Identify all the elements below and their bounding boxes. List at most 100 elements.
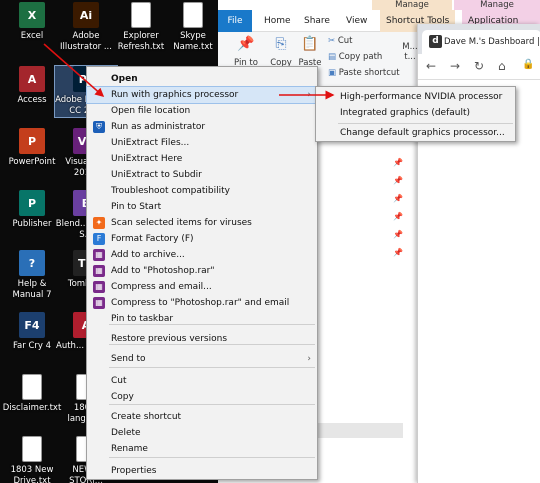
app-icon: F4 (19, 312, 45, 338)
reload-icon[interactable]: ↻ (474, 59, 484, 73)
desktop-icon[interactable]: Skype Name.txt (162, 2, 224, 53)
desktop-icon-label: Far Cry 4 (12, 341, 52, 351)
desktop-icon[interactable]: Ai Adobe Illustrator ... (55, 2, 117, 53)
context-menu-item[interactable]: Send to › (87, 351, 317, 367)
desktop-icon-label: Publisher (12, 219, 52, 229)
paste-button[interactable]: 📋 Paste (296, 36, 324, 68)
context-menu-item[interactable]: Delete (87, 425, 317, 441)
winrar-icon: ▦ (93, 249, 105, 261)
submenu-item[interactable]: Integrated graphics (default) (316, 105, 515, 121)
copy-path-label: Copy path (338, 52, 383, 62)
lock-icon: 🔒 (522, 59, 535, 70)
context-menu-item[interactable]: ▦ Compress and email... (87, 279, 317, 295)
context-menu-item[interactable]: UniExtract Files... (87, 135, 317, 151)
pin-icon: 📌 (393, 248, 403, 257)
app-icon: A (19, 66, 45, 92)
context-menu-item[interactable]: Rename (87, 441, 317, 457)
desktop-icon[interactable]: 1803 New Drive.txt (1, 436, 63, 483)
copy-path-button[interactable]: ▤ Copy path (328, 52, 382, 62)
context-menu-item-label: Pin to taskbar (111, 314, 174, 324)
context-menu-item[interactable]: Cut (87, 373, 317, 389)
context-menu-item-label: Run as administrator (111, 122, 206, 132)
desktop-icon[interactable]: P Publisher (1, 190, 63, 230)
text-file-icon (183, 2, 203, 28)
context-menu-item[interactable]: Properties (87, 463, 317, 479)
forward-icon[interactable]: → (450, 59, 460, 73)
tab-file[interactable]: File (218, 10, 252, 32)
context-menu-item[interactable]: Open file location (87, 103, 317, 119)
context-menu-item[interactable]: ⛨ Run as administrator (87, 119, 317, 135)
home-icon[interactable]: ⌂ (498, 59, 506, 73)
context-menu-item-label: Cut (111, 376, 127, 386)
context-menu-item-label: Copy (111, 392, 134, 402)
pin-icon: 📌 (393, 158, 403, 167)
text-file-icon (22, 374, 42, 400)
desktop-icon-label: Adobe Illustrator ... (60, 31, 112, 52)
context-menu-item[interactable]: Troubleshoot compatibility (87, 183, 317, 199)
context-menu-item[interactable]: ✦ Scan selected items for viruses (87, 215, 317, 231)
app-icon: P (19, 190, 45, 216)
context-menu-item[interactable]: F Format Factory (F) (87, 231, 317, 247)
app-icon: ? (19, 250, 45, 276)
tab-home[interactable]: Home (258, 10, 297, 32)
desktop-icon-label: 1803 New Drive.txt (10, 465, 54, 483)
context-menu-item[interactable]: Run with graphics processor › (86, 86, 318, 104)
context-menu-item-label: Properties (111, 466, 157, 476)
paste-shortcut-button[interactable]: ▣ Paste shortcut (328, 68, 400, 78)
desktop-icon[interactable]: F4 Far Cry 4 (1, 312, 63, 352)
browser-toolbar: ← → ↻ ⌂ 🔒 (418, 54, 540, 80)
context-menu-item-label: Run with graphics processor (111, 90, 239, 100)
context-menu-item[interactable]: UniExtract Here (87, 151, 317, 167)
submenu-item[interactable]: Change default graphics processor... (316, 125, 515, 141)
context-menu-item[interactable]: ▦ Add to "Photoshop.rar" (87, 263, 317, 279)
paste-shortcut-icon: ▣ (328, 68, 339, 78)
context-menu-item-label: Delete (111, 428, 141, 438)
back-icon[interactable]: ← (426, 59, 436, 73)
context-menu-item-label: UniExtract Files... (111, 138, 190, 148)
cut-button[interactable]: ✂ Cut (328, 36, 352, 46)
browser-tab[interactable]: d Dave M.'s Dashboard | D (422, 30, 540, 54)
browser-tab-title: Dave M.'s Dashboard | D (444, 37, 540, 47)
desktop-icon-label: Access (17, 95, 47, 105)
text-file-icon (131, 2, 151, 28)
menu-separator (109, 367, 315, 368)
context-menu-item-label: Send to (111, 354, 146, 364)
desktop-icon[interactable]: X Excel (1, 2, 63, 42)
context-menu: Open Run with graphics processor › Open fil… (86, 66, 318, 480)
tab-share[interactable]: Share (298, 10, 336, 32)
context-menu-item[interactable]: Open (87, 71, 317, 87)
context-menu-item[interactable]: ▦ Compress to "Photoshop.rar" and email (87, 295, 317, 311)
pin-icon: 📌 (393, 194, 403, 203)
context-menu-item[interactable]: ▦ Add to archive... (87, 247, 317, 263)
context-menu-item[interactable]: UniExtract to Subdir (87, 167, 317, 183)
context-menu-item-label: UniExtract to Subdir (111, 170, 202, 180)
submenu-item[interactable]: High-performance NVIDIA processor (316, 89, 515, 105)
format-factory-icon: F (93, 233, 105, 245)
pin-icon: 📌 (393, 230, 403, 239)
desktop-icon[interactable]: ? Help & Manual 7 (1, 250, 63, 301)
menu-separator (109, 457, 315, 458)
menu-separator (338, 123, 513, 124)
pin-icon: 📌 (237, 36, 255, 52)
context-menu-item-label: Scan selected items for viruses (111, 218, 252, 228)
context-menu-item-label: Restore previous versions (111, 334, 228, 344)
context-menu-item-label: Format Factory (F) (111, 234, 194, 244)
copy-button[interactable]: ⎘ Copy (268, 36, 294, 68)
desktop-icon[interactable]: P PowerPoint (1, 128, 63, 168)
antivirus-icon: ✦ (93, 217, 105, 229)
context-menu-item[interactable]: Create shortcut (87, 409, 317, 425)
selection-strip (318, 423, 403, 438)
menu-separator (109, 324, 315, 325)
winrar-icon: ▦ (93, 281, 105, 293)
desktop-icon-label: Help & Manual 7 (12, 279, 52, 300)
menu-separator (109, 344, 315, 345)
desktop-icon[interactable]: Disclaimer.txt (1, 374, 63, 414)
context-menu-item[interactable]: Pin to Start (87, 199, 317, 215)
tab-view[interactable]: View (340, 10, 373, 32)
context-menu-item-label: Create shortcut (111, 412, 182, 422)
context-menu-item-label: Compress to "Photoshop.rar" and email (111, 298, 290, 308)
context-menu-item[interactable]: Copy (87, 389, 317, 405)
text-file-icon (22, 436, 42, 462)
desktop-icon[interactable]: A Access (1, 66, 63, 106)
clipboard-icon: 📋 (301, 36, 319, 52)
